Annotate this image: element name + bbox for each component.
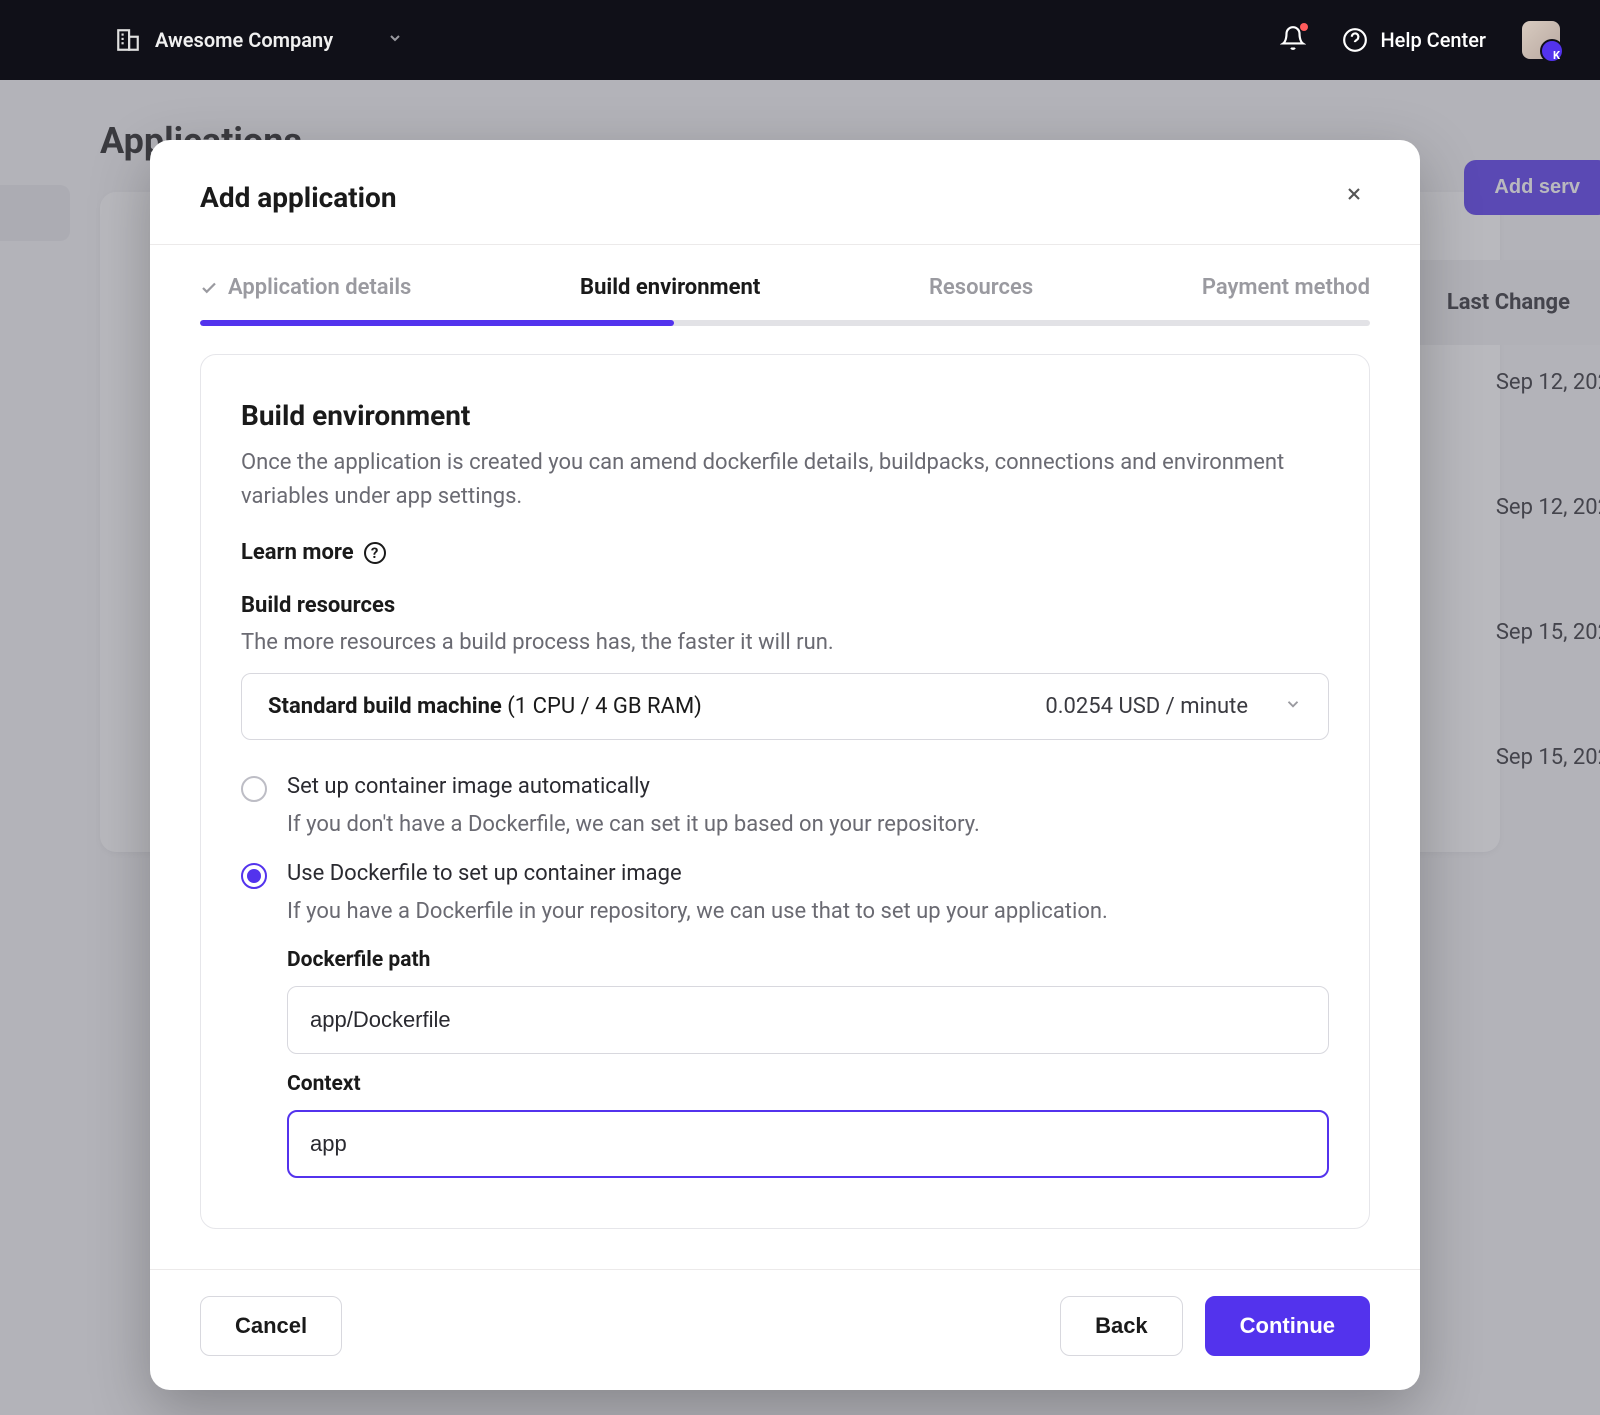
avatar[interactable]: K — [1522, 21, 1560, 59]
context-input[interactable] — [287, 1110, 1329, 1178]
check-icon — [200, 279, 218, 297]
form-card: Build environment Once the application i… — [200, 354, 1370, 1229]
radio-dockerfile-label: Use Dockerfile to set up container image — [287, 861, 682, 886]
radio-auto-label: Set up container image automatically — [287, 774, 650, 799]
modal-header: Add application — [150, 140, 1420, 245]
cancel-button[interactable]: Cancel — [200, 1296, 342, 1356]
step-build-environment[interactable]: Build environment — [580, 275, 760, 300]
business-icon — [115, 27, 141, 53]
machine-price: 0.0254 USD / minute — [1045, 694, 1248, 719]
add-application-modal: Add application Application details Buil… — [150, 140, 1420, 1390]
topbar: Awesome Company Help Center K — [0, 0, 1600, 80]
radio-dockerfile-help: If you have a Dockerfile in your reposit… — [287, 899, 1329, 924]
machine-spec: (1 CPU / 4 GB RAM) — [507, 694, 702, 719]
close-icon — [1344, 184, 1364, 204]
section-title: Build environment — [241, 399, 1329, 432]
notifications-button[interactable] — [1280, 25, 1306, 55]
radio-dockerfile[interactable]: Use Dockerfile to set up container image — [241, 861, 1329, 889]
help-icon — [1342, 27, 1368, 53]
dockerfile-path-input[interactable] — [287, 986, 1329, 1054]
stepper: Application details Build environment Re… — [150, 245, 1420, 326]
learn-more-link[interactable]: Learn more ? — [241, 540, 386, 565]
radio-indicator — [241, 776, 267, 802]
chevron-down-icon — [1284, 694, 1302, 719]
step-resources[interactable]: Resources — [929, 275, 1033, 300]
section-description: Once the application is created you can … — [241, 446, 1329, 514]
help-center-link[interactable]: Help Center — [1342, 27, 1486, 53]
machine-name: Standard build machine — [268, 694, 502, 719]
modal-title: Add application — [200, 181, 397, 214]
help-icon: ? — [364, 542, 386, 564]
context-label: Context — [287, 1072, 1329, 1096]
help-label: Help Center — [1380, 28, 1486, 52]
company-selector[interactable]: Awesome Company — [115, 27, 403, 53]
back-button[interactable]: Back — [1060, 1296, 1183, 1356]
company-name: Awesome Company — [155, 28, 333, 52]
chevron-down-icon — [387, 30, 403, 50]
dockerfile-path-label: Dockerfile path — [287, 948, 1329, 972]
build-machine-select[interactable]: Standard build machine (1 CPU / 4 GB RAM… — [241, 673, 1329, 740]
continue-button[interactable]: Continue — [1205, 1296, 1370, 1356]
modal-footer: Cancel Back Continue — [150, 1269, 1420, 1390]
bell-icon — [1280, 25, 1306, 51]
step-application-details[interactable]: Application details — [200, 275, 411, 300]
close-button[interactable] — [1338, 178, 1370, 216]
radio-indicator — [241, 863, 267, 889]
avatar-badge: K — [1553, 49, 1560, 62]
build-resources-desc: The more resources a build process has, … — [241, 630, 1329, 655]
step-payment-method[interactable]: Payment method — [1202, 275, 1370, 300]
build-resources-label: Build resources — [241, 593, 1329, 618]
radio-auto-help: If you don't have a Dockerfile, we can s… — [287, 812, 1329, 837]
radio-auto-container[interactable]: Set up container image automatically — [241, 774, 1329, 802]
